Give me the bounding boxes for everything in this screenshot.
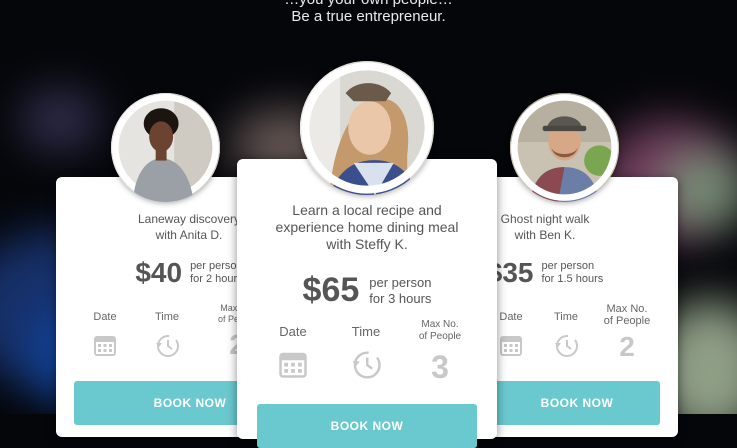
max-people-value: 3 [431,349,449,385]
bokeh-light [20,90,100,150]
date-column[interactable]: Date [83,311,127,357]
time-column[interactable]: Time [344,324,388,381]
max-people-column: Max No. of People 3 [405,319,475,386]
duration-label: for 1.5 hours [541,273,604,285]
card-title-line: Learn a local recipe and [292,202,442,218]
book-now-button[interactable]: BOOK NOW [257,404,477,448]
card-title-line: with Steffy K. [326,236,408,252]
time-column[interactable]: Time [145,311,189,359]
time-column[interactable]: Time [544,311,588,359]
per-person-label: per person [190,260,243,272]
tagline-line2: Be a true entrepreneur. [291,8,446,25]
per-person-label: per person [369,274,432,290]
max-people-label: Max No. of People [405,319,475,343]
duration-label: for 2 hours [190,273,243,285]
per-person-label: per person [541,260,595,272]
price-block: $65 per person for 3 hours [237,271,497,310]
price: $40 [135,257,183,288]
card-title-line: experience home dining meal [275,219,459,235]
max-label-line: of People [418,331,462,342]
clock-icon [544,333,588,359]
book-now-button[interactable]: BOOK NOW [494,381,660,425]
price-detail: per person for 3 hours [369,275,431,307]
max-people-column: Max No. of People 2 [592,303,662,363]
price: $65 [302,271,360,309]
host-avatar-anita [111,93,220,202]
max-people-value: 2 [619,331,635,362]
clock-icon [344,349,388,381]
max-label-line: of People [603,315,651,327]
date-column[interactable]: Date [271,324,315,379]
calendar-icon [83,333,127,357]
date-label: Date [279,324,307,339]
price-detail: per person for 1.5 hours [541,260,603,286]
price-detail: per person for 2 hours [190,260,243,286]
host-avatar-ben [510,93,619,202]
experience-card-steffy: Learn a local recipe and experience home… [237,159,497,448]
time-label: Time [553,311,579,323]
max-label-line: Max No. [421,319,459,330]
max-label-line: Max No. [606,303,648,315]
calendar-icon [271,349,315,379]
clock-icon [145,333,189,359]
card-title: Learn a local recipe and experience home… [237,202,497,253]
time-label: Time [154,311,180,323]
max-people-label: Max No. of People [592,303,662,327]
time-label: Time [351,324,381,339]
date-label: Date [93,311,117,323]
duration-label: for 3 hours [369,290,432,306]
host-avatar-steffy [300,61,434,195]
